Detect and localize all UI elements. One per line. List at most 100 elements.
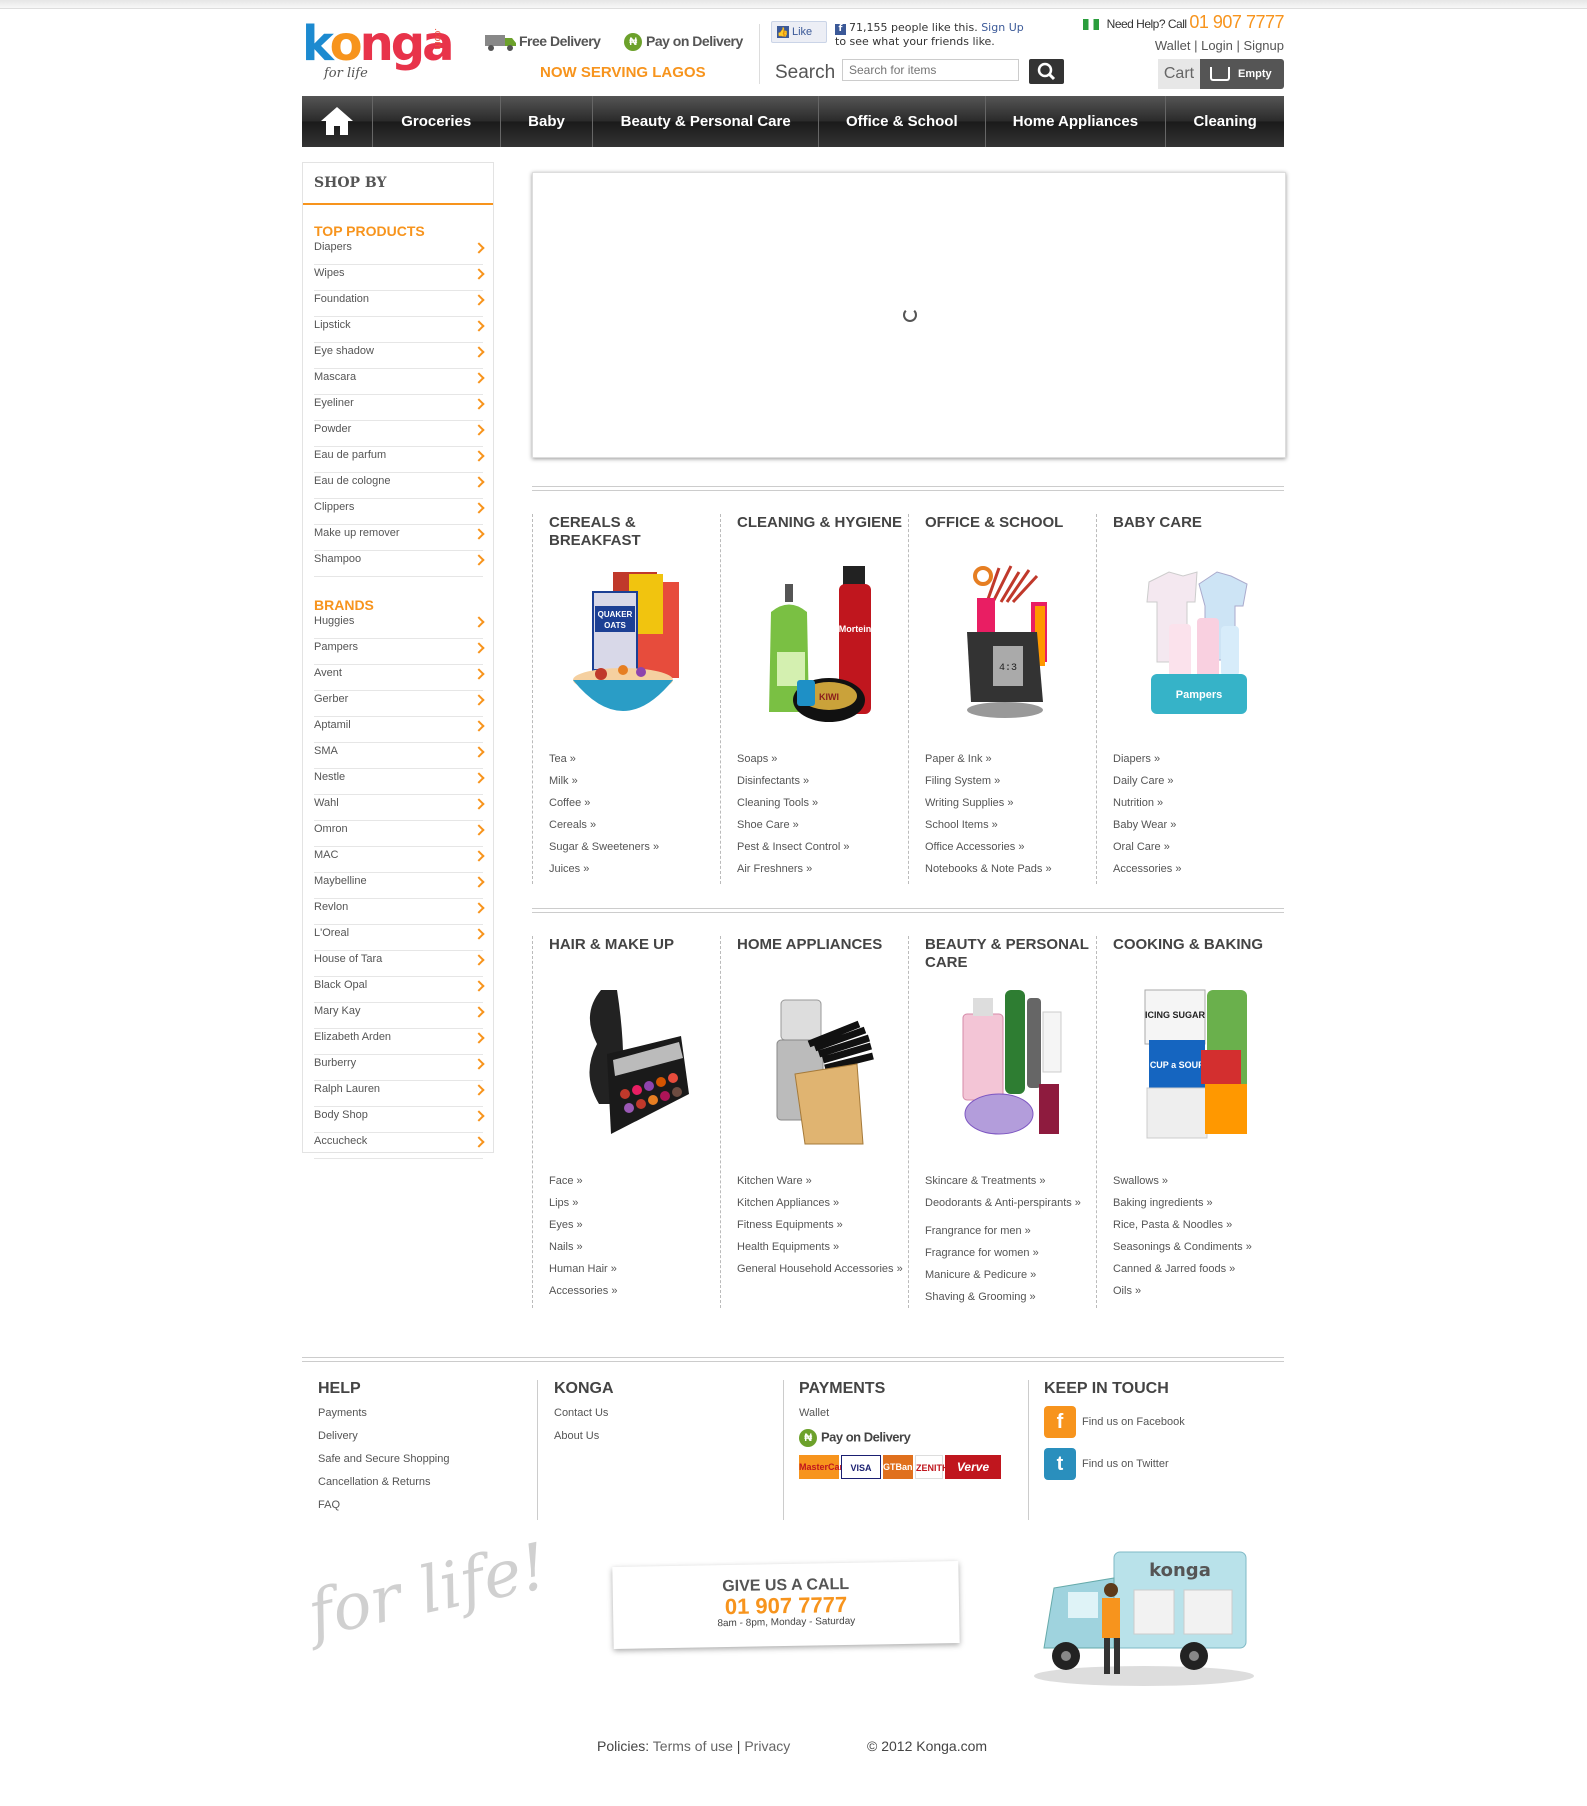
sidebar-item[interactable]: Wahl	[314, 795, 485, 821]
category-title[interactable]: CLEANING & HYGIENE	[737, 514, 907, 532]
sidebar-item[interactable]: Diapers	[314, 239, 485, 265]
sidebar-item[interactable]: House of Tara	[314, 951, 485, 977]
category-link[interactable]: Cereals »	[549, 818, 719, 840]
sidebar-item[interactable]: Omron	[314, 821, 485, 847]
sidebar-item[interactable]: Powder	[314, 421, 485, 447]
makeup-products-image[interactable]	[571, 984, 691, 1152]
sidebar-item[interactable]: Elizabeth Arden	[314, 1029, 485, 1055]
privacy-link[interactable]: Privacy	[744, 1738, 790, 1754]
category-link[interactable]: Oral Care »	[1113, 840, 1283, 862]
sidebar-item[interactable]: Wipes	[314, 265, 485, 291]
nav-home[interactable]	[302, 96, 373, 147]
category-link[interactable]: Face »	[549, 1174, 719, 1196]
category-link[interactable]: Rice, Pasta & Noodles »	[1113, 1218, 1283, 1240]
category-title[interactable]: BABY CARE	[1113, 514, 1283, 532]
footer-link[interactable]: Payments	[318, 1406, 450, 1429]
category-link[interactable]: Accessories »	[549, 1284, 719, 1306]
category-link[interactable]: School Items »	[925, 818, 1095, 840]
sidebar-item[interactable]: Body Shop	[314, 1107, 485, 1133]
category-link[interactable]: Nails »	[549, 1240, 719, 1262]
category-link[interactable]: Milk »	[549, 774, 719, 796]
footer-link[interactable]: Cancellation & Returns	[318, 1475, 450, 1498]
category-link[interactable]: Soaps »	[737, 752, 907, 774]
appliances-image[interactable]	[759, 984, 879, 1152]
footer-link[interactable]: Contact Us	[554, 1406, 614, 1429]
category-link[interactable]: Disinfectants »	[737, 774, 907, 796]
beauty-products-image[interactable]	[947, 984, 1067, 1152]
category-link[interactable]: Juices »	[549, 862, 719, 884]
baby-products-image[interactable]: Pampers	[1135, 562, 1255, 730]
konga-logo[interactable]: konga for life .com	[302, 20, 455, 88]
sidebar-item[interactable]: Eau de parfum	[314, 447, 485, 473]
facebook-link[interactable]: f Find us on Facebook	[1044, 1406, 1185, 1448]
category-link[interactable]: Office Accessories »	[925, 840, 1095, 862]
sidebar-item[interactable]: Pampers	[314, 639, 485, 665]
category-link[interactable]: Cleaning Tools »	[737, 796, 907, 818]
sidebar-item[interactable]: Shampoo	[314, 551, 485, 577]
category-link[interactable]: Baking ingredients »	[1113, 1196, 1283, 1218]
cooking-products-image[interactable]: ICING SUGAR CUP a SOUP	[1135, 984, 1255, 1152]
signup-link[interactable]: Signup	[1244, 38, 1284, 53]
category-link[interactable]: Oils »	[1113, 1284, 1283, 1306]
sidebar-item[interactable]: Eyeliner	[314, 395, 485, 421]
sidebar-item[interactable]: Avent	[314, 665, 485, 691]
category-link[interactable]: Lips »	[549, 1196, 719, 1218]
nav-baby[interactable]: Baby	[501, 96, 594, 147]
category-link[interactable]: Frangrance for men »	[925, 1224, 1095, 1246]
twitter-link[interactable]: t Find us on Twitter	[1044, 1448, 1185, 1490]
footer-link[interactable]: Delivery	[318, 1429, 450, 1452]
sidebar-item[interactable]: Eye shadow	[314, 343, 485, 369]
nav-beauty[interactable]: Beauty & Personal Care	[593, 96, 819, 147]
cleaning-products-image[interactable]: Mortein KIWI	[759, 562, 879, 730]
footer-link[interactable]: Safe and Secure Shopping	[318, 1452, 450, 1475]
category-title[interactable]: COOKING & BAKING	[1113, 936, 1283, 954]
sidebar-item[interactable]: Black Opal	[314, 977, 485, 1003]
category-link[interactable]: Fragrance for women »	[925, 1246, 1095, 1268]
category-title[interactable]: HAIR & MAKE UP	[549, 936, 719, 954]
hero-banner-loading[interactable]	[532, 172, 1286, 458]
sidebar-item[interactable]: Ralph Lauren	[314, 1081, 485, 1107]
category-link[interactable]: Paper & Ink »	[925, 752, 1095, 774]
sidebar-item[interactable]: Aptamil	[314, 717, 485, 743]
nav-groceries[interactable]: Groceries	[373, 96, 501, 147]
category-link[interactable]: Baby Wear »	[1113, 818, 1283, 840]
category-link[interactable]: Accessories »	[1113, 862, 1283, 884]
category-link[interactable]: Health Equipments »	[737, 1240, 907, 1262]
sidebar-item[interactable]: Revlon	[314, 899, 485, 925]
sidebar-item[interactable]: Maybelline	[314, 873, 485, 899]
category-title[interactable]: OFFICE & SCHOOL	[925, 514, 1095, 532]
sidebar-item[interactable]: Lipstick	[314, 317, 485, 343]
category-link[interactable]: Nutrition »	[1113, 796, 1283, 818]
category-link[interactable]: Sugar & Sweeteners »	[549, 840, 719, 862]
footer-link[interactable]: Wallet	[799, 1406, 1001, 1429]
facebook-signup-link[interactable]: Sign Up	[981, 21, 1024, 34]
category-link[interactable]: Skincare & Treatments »	[925, 1174, 1095, 1196]
category-link[interactable]: Fitness Equipments »	[737, 1218, 907, 1240]
sidebar-item[interactable]: Foundation	[314, 291, 485, 317]
sidebar-item[interactable]: Nestle	[314, 769, 485, 795]
sidebar-item[interactable]: Make up remover	[314, 525, 485, 551]
sidebar-item[interactable]: Burberry	[314, 1055, 485, 1081]
cereal-products-image[interactable]: QUAKER OATS	[571, 562, 691, 730]
category-link[interactable]: Canned & Jarred foods »	[1113, 1262, 1283, 1284]
terms-link[interactable]: Terms of use	[653, 1738, 733, 1754]
sidebar-item[interactable]: Gerber	[314, 691, 485, 717]
sidebar-item[interactable]: Mascara	[314, 369, 485, 395]
sidebar-item[interactable]: Eau de cologne	[314, 473, 485, 499]
category-title[interactable]: BEAUTY & PERSONAL CARE	[925, 936, 1095, 972]
category-link[interactable]: Kitchen Appliances »	[737, 1196, 907, 1218]
footer-link[interactable]: About Us	[554, 1429, 614, 1452]
cart-button[interactable]: Cart Empty	[1158, 59, 1284, 89]
category-link[interactable]: Eyes »	[549, 1218, 719, 1240]
category-link[interactable]: Pest & Insect Control »	[737, 840, 907, 862]
category-link[interactable]: Coffee »	[549, 796, 719, 818]
sidebar-item[interactable]: MAC	[314, 847, 485, 873]
sidebar-item[interactable]: Accucheck	[314, 1133, 485, 1159]
sidebar-item[interactable]: Huggies	[314, 613, 485, 639]
category-link[interactable]: Writing Supplies »	[925, 796, 1095, 818]
category-link[interactable]: Manicure & Pedicure »	[925, 1268, 1095, 1290]
nav-cleaning[interactable]: Cleaning	[1166, 96, 1284, 147]
sidebar-item[interactable]: Mary Kay	[314, 1003, 485, 1029]
search-button[interactable]	[1029, 59, 1064, 84]
category-link[interactable]: Seasonings & Condiments »	[1113, 1240, 1283, 1262]
